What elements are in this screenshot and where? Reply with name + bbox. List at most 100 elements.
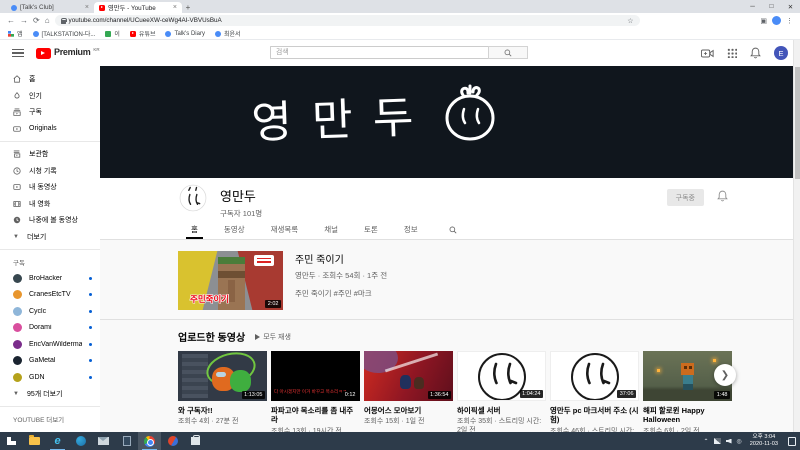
minimize-icon[interactable]: ─ (743, 0, 762, 13)
browser-menu-icon[interactable]: ⋮ (786, 17, 793, 25)
notifications-bell-icon[interactable] (750, 47, 761, 59)
featured-video-thumbnail[interactable]: 주민죽이기 2:02 (178, 251, 283, 310)
tab-channels[interactable]: 채널 (311, 220, 351, 239)
extensions-icon[interactable]: ▣ (760, 17, 767, 25)
channel-search-icon[interactable] (431, 220, 475, 239)
sidebar-item-show-more[interactable]: ▼ 더보기 (0, 229, 100, 246)
create-video-icon[interactable] (701, 49, 714, 58)
taskbar-store[interactable] (184, 432, 207, 450)
video-title[interactable]: 파파고야 목소리를 좀 내주라 (271, 406, 360, 425)
video-card[interactable]: 1:04:24 하이픽셀 서버 조회수 35회 · 스트리밍 시간: 2일 전 (457, 351, 546, 432)
video-card[interactable]: 1:48 해피 할로윈 Happy Halloween 조회수 6회 · 2일 … (643, 351, 732, 432)
sidebar-channel-cranesetctv[interactable]: CranesEtcTV (0, 287, 100, 304)
bookmark-item[interactable]: 최윤서 (215, 29, 241, 38)
tab-playlists[interactable]: 재생목록 (258, 220, 312, 239)
tab-discussion[interactable]: 토론 (351, 220, 391, 239)
featured-video-title[interactable]: 주민 죽이기 (295, 251, 387, 266)
bookmark-star-icon[interactable]: ☆ (627, 17, 633, 25)
sidebar-item-trending[interactable]: 인기 (0, 88, 100, 105)
channel-bell-icon[interactable] (717, 190, 728, 202)
network-icon[interactable] (714, 438, 721, 444)
settings-tray-icon[interactable]: ◎ (737, 438, 742, 445)
url-input[interactable]: youtube.com/channel/UCueeXW-ceWg4AI-VBVU… (55, 15, 640, 26)
taskbar-app[interactable] (161, 432, 184, 450)
clock-date: 2020-11-03 (750, 441, 778, 448)
video-card[interactable]: 1:36:54 어몽어스 모아보기 조회수 15회 · 1일 전 (364, 351, 453, 432)
bookmark-item[interactable]: 이 (105, 29, 120, 38)
sidebar-subscriptions-show-more[interactable]: ▼ 95개 더보기 (0, 386, 100, 403)
bookmark-item[interactable]: Talk's Diary (165, 31, 204, 37)
hidden-icons-chevron[interactable]: ⌃ (704, 438, 709, 445)
tab-videos[interactable]: 동영상 (211, 220, 258, 239)
new-tab-button[interactable]: + (182, 2, 194, 13)
start-button[interactable] (0, 432, 23, 450)
uploads-title[interactable]: 업로드한 동영상 (178, 329, 245, 344)
sidebar-item-my-videos[interactable]: 내 동영상 (0, 179, 100, 196)
taskbar-internet-explorer[interactable]: e (46, 432, 69, 450)
taskbar-edge[interactable] (69, 432, 92, 450)
video-title[interactable]: 해피 할로윈 Happy Halloween (643, 406, 732, 425)
video-thumbnail[interactable]: 1:36:54 (364, 351, 453, 401)
action-center-icon[interactable] (788, 437, 796, 446)
youtube-apps-icon[interactable] (727, 48, 737, 58)
taskbar-chrome[interactable] (138, 432, 161, 450)
sidebar-item-watch-later[interactable]: 나중에 볼 동영상 (0, 212, 100, 229)
bookmark-item[interactable]: 유튜브 (130, 29, 156, 38)
subscribed-button[interactable]: 구독중 (667, 189, 704, 206)
video-thumbnail[interactable]: 다 아시겠지만 이거 바꾸고 목소리ㅋㅋ 0:12 (271, 351, 360, 401)
sidebar-channel-cyclc[interactable]: Cyclc (0, 303, 100, 320)
video-thumbnail[interactable]: 1:04:24 (457, 351, 546, 401)
search-button[interactable] (488, 46, 528, 59)
sidebar-channel-gametal[interactable]: GaMetal (0, 353, 100, 370)
browser-tab-youtube[interactable]: 영만두 - YouTube × (94, 2, 182, 13)
bookmark-item[interactable]: [TALKSTATION-다... (33, 29, 96, 38)
youtube-premium-logo[interactable]: Premium KR (36, 47, 100, 59)
tab-home[interactable]: 홈 (178, 220, 211, 239)
refresh-icon[interactable]: ⟳ (33, 17, 40, 25)
video-title[interactable]: 영만두 pc 마크서버 주소 (시험) (550, 406, 639, 425)
sidebar-item-originals[interactable]: Originals (0, 121, 100, 138)
taskbar-calculator[interactable] (115, 432, 138, 450)
sidebar-channel-brohacker[interactable]: BroHacker (0, 270, 100, 287)
taskbar-clock[interactable]: 오후 3:04 2020-11-03 (747, 434, 781, 448)
sidebar-channel-gdn[interactable]: GDN (0, 369, 100, 386)
close-icon[interactable]: ✕ (781, 0, 800, 13)
home-icon[interactable]: ⌂ (45, 17, 50, 25)
sidebar-channel-dorami[interactable]: Dorami (0, 320, 100, 337)
video-thumbnail[interactable]: 1:13:05 (178, 351, 267, 401)
forward-icon[interactable]: → (20, 17, 28, 25)
video-title[interactable]: 어몽어스 모아보기 (364, 406, 453, 415)
sidebar-item-home[interactable]: 홈 (0, 71, 100, 88)
channel-avatar[interactable] (179, 184, 207, 212)
search-input[interactable] (270, 46, 488, 59)
sidebar-item-my-movies[interactable]: 내 영화 (0, 196, 100, 213)
video-title[interactable]: 하이픽셀 서버 (457, 406, 546, 415)
video-card[interactable]: 37:06 영만두 pc 마크서버 주소 (시험) 조회수 46회 · 스트리밍… (550, 351, 639, 432)
bookmark-apps[interactable]: 앱 (8, 29, 23, 38)
video-card[interactable]: 다 아시겠지만 이거 바꾸고 목소리ㅋㅋ 0:12 파파고야 목소리를 좀 내주… (271, 351, 360, 432)
tab-about[interactable]: 정보 (391, 220, 431, 239)
sidebar-item-history[interactable]: 시청 기록 (0, 163, 100, 180)
sidebar-channel-ericvanwilderman[interactable]: EricVanWilderman (0, 336, 100, 353)
hamburger-menu-icon[interactable] (12, 49, 24, 57)
video-thumbnail[interactable]: 37:06 (550, 351, 639, 401)
tab-close-icon[interactable]: × (173, 4, 177, 11)
page-scrollbar[interactable] (793, 40, 800, 432)
maximize-icon[interactable]: □ (762, 0, 781, 13)
sidebar-item-subscriptions[interactable]: 구독 (0, 104, 100, 121)
carousel-next-button[interactable]: ❯ (714, 364, 736, 386)
scrollbar-thumb[interactable] (795, 67, 800, 179)
browser-tab-talks-club[interactable]: [Talk's Club] × (6, 2, 94, 13)
sidebar-item-library[interactable]: 보관함 (0, 146, 100, 163)
video-card[interactable]: 1:13:05 와 구독자!! 조회수 4회 · 27분 전 (178, 351, 267, 432)
taskbar-file-explorer[interactable] (23, 432, 46, 450)
browser-profile-avatar[interactable] (772, 16, 781, 25)
tab-close-icon[interactable]: × (85, 4, 89, 11)
volume-icon[interactable] (726, 439, 732, 444)
back-icon[interactable]: ← (7, 17, 15, 25)
taskbar-mail[interactable] (92, 432, 115, 450)
video-title[interactable]: 와 구독자!! (178, 406, 267, 415)
play-all-button[interactable]: 모두 재생 (255, 332, 291, 342)
account-avatar[interactable]: E (774, 46, 788, 60)
banner-text: 영 만 두 (251, 93, 418, 148)
